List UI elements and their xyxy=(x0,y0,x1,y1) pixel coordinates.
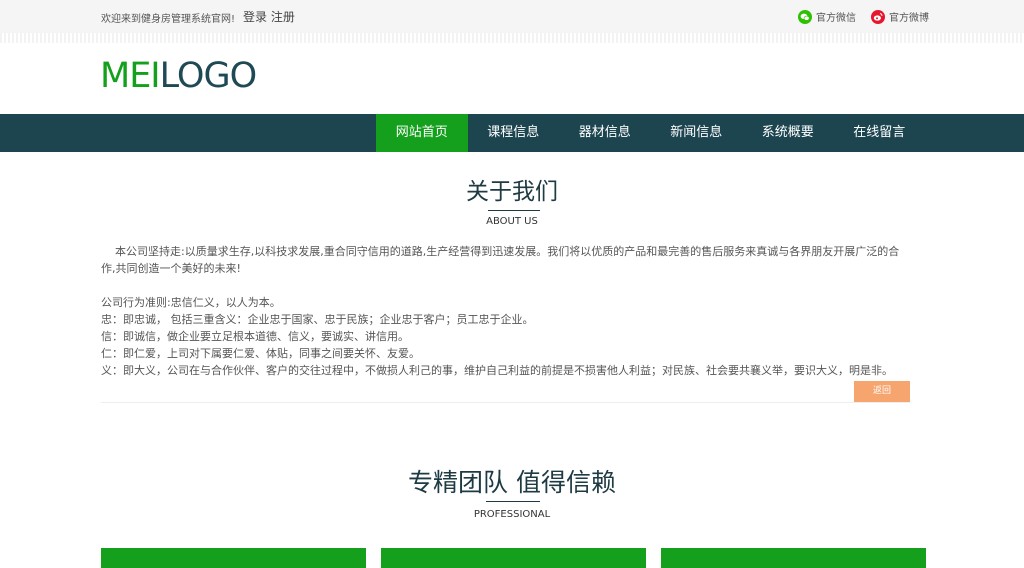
site-logo[interactable]: MEILOGO xyxy=(100,56,257,96)
nav-item-home[interactable]: 网站首页 xyxy=(376,114,468,152)
auth-links: 登录 注册 xyxy=(243,8,295,25)
about-line: 公司行为准则:忠信仁义，以人为本。 xyxy=(101,296,281,309)
about-title-rule xyxy=(488,210,540,211)
about-line: 信：即诚信，做企业要立足根本道德、信义，要诚实、讲信用。 xyxy=(101,330,409,343)
logo-part-2: LOGO xyxy=(159,56,257,96)
back-button[interactable]: 返回 xyxy=(854,381,910,402)
weibo-label: 官方微博 xyxy=(889,13,929,24)
nav-item-equipment[interactable]: 器材信息 xyxy=(559,114,651,152)
nav-item-message[interactable]: 在线留言 xyxy=(834,114,926,152)
team-subtitle: PROFESSIONAL xyxy=(473,509,551,520)
team-card[interactable] xyxy=(661,548,926,568)
team-card[interactable] xyxy=(381,548,646,568)
about-title: 关于我们 xyxy=(466,179,558,205)
topbar-decoration xyxy=(0,33,1024,43)
wechat-link[interactable]: 官方微信 xyxy=(798,9,856,24)
main-nav: 网站首页 课程信息 器材信息 新闻信息 系统概要 在线留言 xyxy=(0,114,1024,152)
welcome-text: 欢迎来到健身房管理系统官网! xyxy=(101,14,236,25)
about-line: 仁：即仁爱，上司对下属要仁爱、体贴，同事之间要关怀、友爱。 xyxy=(101,347,420,360)
wechat-label: 官方微信 xyxy=(816,13,856,24)
about-intro: 本公司坚持走:以质量求生存,以科技求发展,重合同守信用的道路,生产经营得到迅速发… xyxy=(101,245,900,275)
login-link[interactable]: 登录 xyxy=(243,10,267,24)
weibo-icon xyxy=(871,9,885,24)
about-subtitle: ABOUT US xyxy=(486,216,538,227)
about-line: 忠：即忠诚， 包括三重含义：企业忠于国家、忠于民族；企业忠于客户；员工忠于企业。 xyxy=(101,313,534,326)
register-link[interactable]: 注册 xyxy=(271,10,295,24)
about-line: 义：即大义，公司在与合作伙伴、客户的交往过程中，不做损人利己的事，维护自己利益的… xyxy=(101,364,893,377)
about-content: 本公司坚持走:以质量求生存,以科技求发展,重合同守信用的道路,生产经营得到迅速发… xyxy=(101,243,913,379)
team-title-rule xyxy=(486,501,540,502)
top-bar: 欢迎来到健身房管理系统官网! 登录 注册 官方微信 官方微博 xyxy=(0,0,1024,33)
team-card[interactable] xyxy=(101,548,366,568)
weibo-link[interactable]: 官方微博 xyxy=(871,9,929,24)
logo-part-1: MEI xyxy=(100,56,161,96)
team-title: 专精团队 值得信赖 xyxy=(408,468,616,497)
section-divider xyxy=(101,402,911,403)
wechat-icon xyxy=(798,9,812,24)
nav-item-overview[interactable]: 系统概要 xyxy=(742,114,834,152)
nav-item-courses[interactable]: 课程信息 xyxy=(468,114,560,152)
nav-item-news[interactable]: 新闻信息 xyxy=(651,114,743,152)
